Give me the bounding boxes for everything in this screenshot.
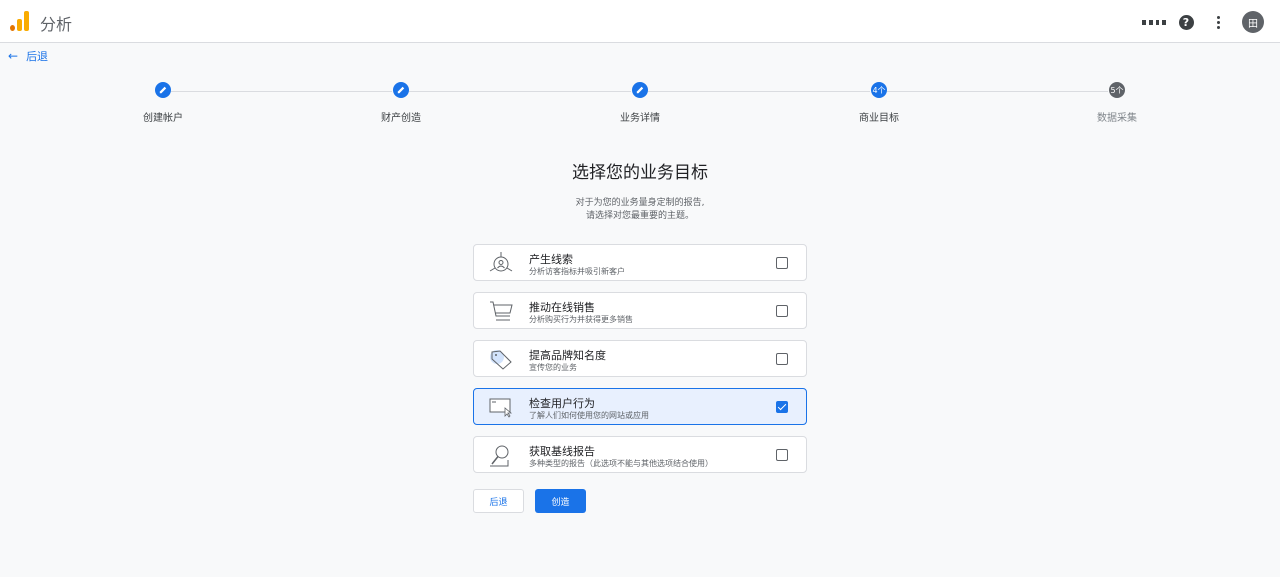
apps-grid-icon[interactable] <box>1142 10 1166 34</box>
option-description: 分析购买行为并获得更多销售 <box>529 315 633 324</box>
objectives-list: 产生线索 分析访客指标并吸引新客户 推动在线销售 分析购买行为并获得更多销售 提… <box>473 244 807 484</box>
top-app-bar: 分析 ? 田 <box>0 0 1280 43</box>
option-description: 分析访客指标并吸引新客户 <box>529 267 625 276</box>
step-label: 商业目标 <box>859 113 899 124</box>
step-create-account: 创建帐户 <box>103 82 223 124</box>
option-drive-sales[interactable]: 推动在线销售 分析购买行为并获得更多销售 <box>473 292 807 329</box>
page-subtitle: 对于为您的业务量身定制的报告, 请选择对您最重要的主题。 <box>0 197 1280 223</box>
tag-icon <box>490 350 512 370</box>
option-description: 宣传您的业务 <box>529 363 577 372</box>
option-description: 了解人们如何使用您的网站或应用 <box>529 411 649 420</box>
option-title: 提高品牌知名度 <box>529 349 606 362</box>
back-button[interactable]: 后退 <box>473 489 524 513</box>
screen-cursor-icon <box>489 398 513 418</box>
step-business-details: 业务详情 <box>580 82 700 124</box>
more-vert-icon[interactable] <box>1206 10 1230 34</box>
option-generate-leads[interactable]: 产生线索 分析访客指标并吸引新客户 <box>473 244 807 281</box>
back-link-label: 后退 <box>26 50 49 63</box>
pencil-icon <box>393 82 409 98</box>
step-label: 创建帐户 <box>143 113 183 124</box>
cart-icon <box>490 301 513 321</box>
top-actions: ? 田 <box>1134 10 1264 34</box>
option-title: 推动在线销售 <box>529 301 595 314</box>
step-label: 业务详情 <box>620 113 660 124</box>
arrow-back-icon: ← <box>8 49 19 63</box>
step-label: 财产创造 <box>381 113 421 124</box>
option-title: 产生线索 <box>529 253 573 266</box>
analytics-logo-icon[interactable] <box>10 11 30 31</box>
step-number: 5个 <box>1109 82 1125 98</box>
help-icon[interactable]: ? <box>1174 10 1198 34</box>
pencil-icon <box>155 82 171 98</box>
option-checkbox[interactable] <box>776 353 788 365</box>
option-title: 检查用户行为 <box>529 397 595 410</box>
magnifier-icon <box>490 445 509 467</box>
option-title: 获取基线报告 <box>529 445 595 458</box>
step-label: 数据采集 <box>1097 113 1137 124</box>
option-brand-awareness[interactable]: 提高品牌知名度 宣传您的业务 <box>473 340 807 377</box>
pencil-icon <box>632 82 648 98</box>
leads-icon <box>489 252 513 272</box>
option-checkbox[interactable] <box>776 257 788 269</box>
option-checkbox[interactable] <box>776 401 788 413</box>
avatar[interactable]: 田 <box>1242 11 1264 33</box>
option-checkbox[interactable] <box>776 449 788 461</box>
option-checkbox[interactable] <box>776 305 788 317</box>
create-button[interactable]: 创造 <box>535 489 586 513</box>
step-number: 4个 <box>871 82 887 98</box>
option-description: 多种类型的报告（此选项不能与其他选项结合使用） <box>529 459 713 468</box>
subtitle-line: 对于为您的业务量身定制的报告, <box>575 198 705 208</box>
step-data-collection: 5个 数据采集 <box>1057 82 1177 124</box>
step-business-objectives: 4个 商业目标 <box>819 82 939 124</box>
subtitle-line: 请选择对您最重要的主题。 <box>585 211 694 221</box>
setup-stepper: 创建帐户 财产创造 业务详情 4个 商业目标 5个 数据采集 <box>0 82 1280 124</box>
app-title: 分析 <box>40 15 73 34</box>
page-title: 选择您的业务目标 <box>572 163 708 183</box>
step-create-property: 财产创造 <box>341 82 461 124</box>
back-link[interactable]: ← 后退 <box>8 48 48 64</box>
option-user-behavior[interactable]: 检查用户行为 了解人们如何使用您的网站或应用 <box>473 388 807 425</box>
option-baseline-reports[interactable]: 获取基线报告 多种类型的报告（此选项不能与其他选项结合使用） <box>473 436 807 473</box>
